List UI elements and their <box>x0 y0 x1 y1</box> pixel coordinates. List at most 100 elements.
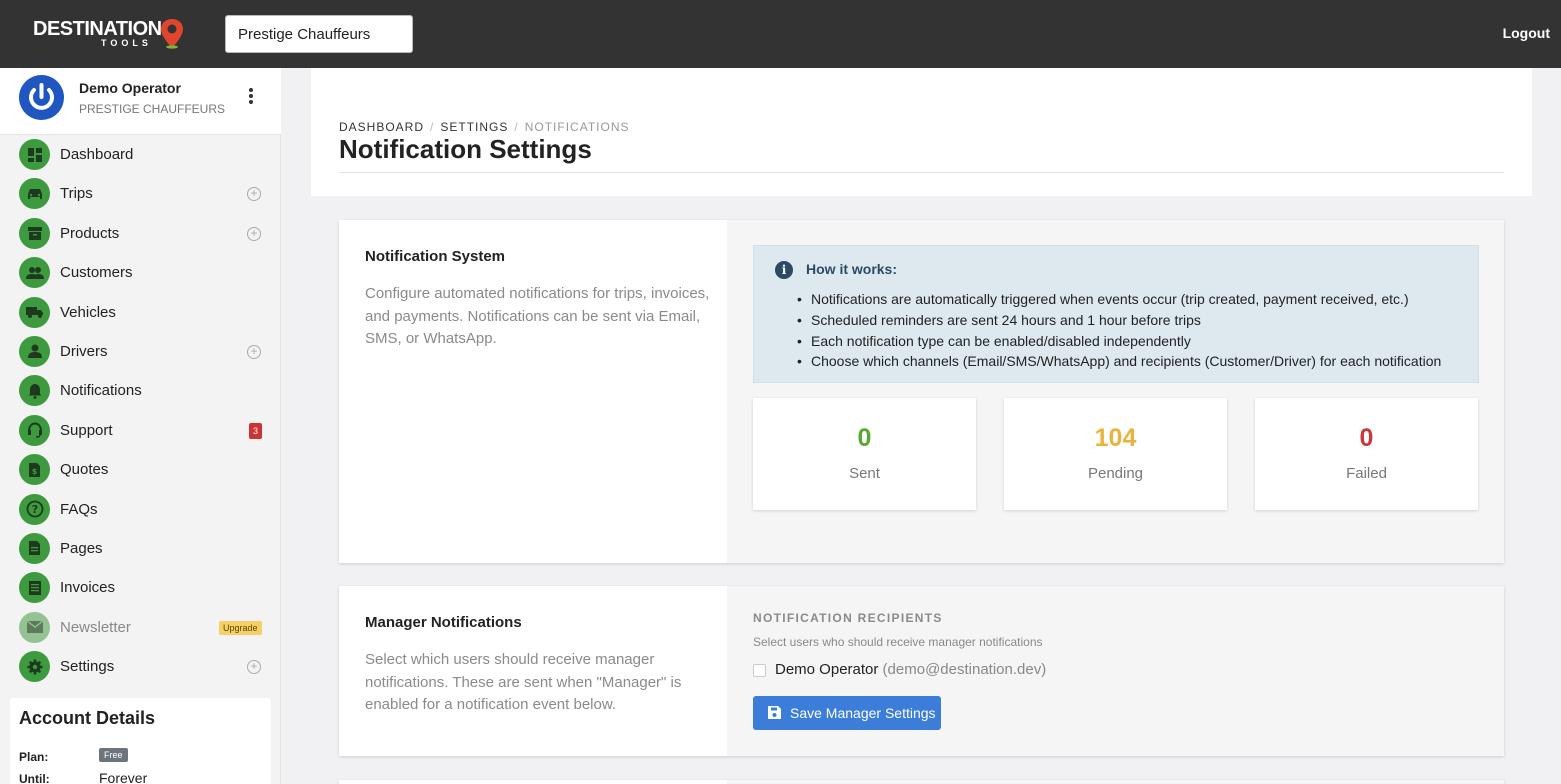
list-item: Choose which channels (Email/SMS/WhatsAp… <box>797 351 1441 372</box>
bell-icon <box>19 375 50 407</box>
logo-subtext: TOOLS <box>101 38 152 48</box>
info-list: Notifications are automatically triggere… <box>797 289 1441 372</box>
save-button-label: Save Manager Settings <box>790 705 936 721</box>
add-setting-icon[interactable]: + <box>247 660 261 675</box>
sidebar-item-label: Drivers <box>60 342 108 360</box>
stat-failed: 0 Failed <box>1255 398 1478 510</box>
save-icon <box>768 706 781 719</box>
sidebar-item-label: Trips <box>60 185 93 203</box>
sidebar-item-label: Dashboard <box>60 146 134 163</box>
sidebar-item-label: Vehicles <box>60 303 116 321</box>
sidebar-item-label: FAQs <box>60 500 98 518</box>
recipients-subtext: Select users who should receive manager … <box>753 635 1043 649</box>
sidebar: Demo Operator PRESTIGE CHAUFFEURS Dashbo… <box>0 68 281 784</box>
info-alert: i How it works: Notifications are automa… <box>753 245 1479 383</box>
sidebar-item-customers[interactable]: Customers <box>0 253 281 292</box>
sidebar-item-label: Products <box>60 224 120 242</box>
avatar[interactable] <box>19 75 64 120</box>
list-item: Notifications are automatically triggere… <box>797 289 1441 310</box>
sidebar-item-label: Notifications <box>60 382 142 400</box>
sidebar-item-faqs[interactable]: ? FAQs <box>0 490 281 529</box>
map-pin-icon <box>161 19 183 49</box>
dashboard-icon <box>19 139 50 170</box>
page-title: Notification Settings <box>339 134 592 164</box>
sidebar-item-vehicles[interactable]: Vehicles <box>0 293 281 332</box>
support-count-badge: 3 <box>249 422 262 439</box>
logo[interactable]: DESTINATION TOOLS <box>33 18 188 50</box>
sidebar-item-notifications[interactable]: Notifications <box>0 371 281 410</box>
sidebar-item-label: Quotes <box>60 461 109 479</box>
card-sidebar: Manager Notifications Select which users… <box>339 586 727 756</box>
account-details-title: Account Details <box>19 708 156 728</box>
breadcrumb: DASHBOARD / SETTINGS / NOTIFICATIONS <box>339 120 630 134</box>
recipient-email: (demo@destination.dev) <box>882 661 1047 678</box>
question-icon: ? <box>19 493 50 525</box>
person-icon <box>19 335 50 367</box>
card-sidebar <box>339 780 727 784</box>
gear-icon <box>19 651 50 683</box>
sidebar-item-dashboard[interactable]: Dashboard <box>0 135 281 174</box>
invoice-icon <box>19 572 50 604</box>
notification-system-card: Notification System Configure automated … <box>339 220 1504 563</box>
save-manager-settings-button[interactable]: Save Manager Settings <box>753 696 941 730</box>
file-icon <box>19 532 50 564</box>
user-organization: PRESTIGE CHAUFFEURS <box>79 102 226 116</box>
list-item: Scheduled reminders are sent 24 hours an… <box>797 310 1441 331</box>
sidebar-item-settings[interactable]: Settings + <box>0 647 281 686</box>
sidebar-item-label: Invoices <box>60 579 116 597</box>
sidebar-item-trips[interactable]: Trips + <box>0 174 281 213</box>
stat-value: 0 <box>1359 424 1374 452</box>
add-product-icon[interactable]: + <box>247 226 261 241</box>
stat-label: Sent <box>849 465 880 482</box>
power-icon <box>20 76 63 119</box>
breadcrumb-separator: / <box>430 120 435 134</box>
mail-icon <box>19 611 50 643</box>
manager-notifications-card: Manager Notifications Select which users… <box>339 586 1504 756</box>
breadcrumb-settings[interactable]: SETTINGS <box>440 120 508 134</box>
sidebar-item-support[interactable]: Support 3 <box>0 411 281 450</box>
breadcrumb-current: NOTIFICATIONS <box>524 120 630 134</box>
card-title: Manager Notifications <box>365 614 522 631</box>
recipient-label[interactable]: Demo Operator (demo@destination.dev) <box>775 661 1046 678</box>
user-profile: Demo Operator PRESTIGE CHAUFFEURS <box>0 68 281 135</box>
add-trip-icon[interactable]: + <box>247 187 261 202</box>
sidebar-item-label: Customers <box>60 264 133 282</box>
breadcrumb-dashboard[interactable]: DASHBOARD <box>339 120 424 134</box>
logout-link[interactable]: Logout <box>1503 25 1550 41</box>
sidebar-item-label: Pages <box>60 539 103 557</box>
breadcrumb-separator: / <box>514 120 519 134</box>
info-icon: i <box>775 261 793 279</box>
info-title: How it works: <box>806 261 898 277</box>
stat-value: 104 <box>1094 424 1137 452</box>
tenant-select-input[interactable] <box>225 15 413 53</box>
archive-icon <box>19 217 50 249</box>
recipient-checkbox[interactable] <box>753 664 766 677</box>
sidebar-item-label: Newsletter <box>60 618 131 636</box>
svg-text:$: $ <box>32 467 38 476</box>
card-description: Configure automated notifications for tr… <box>365 285 710 347</box>
sidebar-item-quotes[interactable]: $ Quotes <box>0 450 281 489</box>
card-sidebar: Notification System Configure automated … <box>339 220 727 563</box>
quote-icon: $ <box>19 454 50 486</box>
upgrade-badge[interactable]: Upgrade <box>219 620 262 635</box>
plan-label: Plan: <box>19 750 49 764</box>
sidebar-item-pages[interactable]: Pages <box>0 529 281 568</box>
sidebar-item-label: Support <box>60 421 113 439</box>
stat-label: Pending <box>1087 465 1144 482</box>
add-driver-icon[interactable]: + <box>247 344 261 359</box>
page-header: DASHBOARD / SETTINGS / NOTIFICATIONS Notific… <box>311 68 1532 196</box>
card-description: Select which users should receive manage… <box>365 651 682 713</box>
account-details: Account Details Plan: Free Until: Foreve… <box>10 698 271 784</box>
headset-icon <box>19 414 50 446</box>
until-value: Forever <box>99 770 148 784</box>
sidebar-item-invoices[interactable]: Invoices <box>0 568 281 607</box>
top-bar: DESTINATION TOOLS Logout <box>0 0 1561 68</box>
sidebar-item-products[interactable]: Products + <box>0 214 281 253</box>
sidebar-item-newsletter[interactable]: Newsletter Upgrade <box>0 608 281 647</box>
stat-sent: 0 Sent <box>753 398 976 510</box>
car-icon <box>19 178 50 210</box>
more-options-icon[interactable] <box>244 86 258 108</box>
header-divider <box>339 172 1504 173</box>
sidebar-nav: Dashboard Trips + Products + Customers V… <box>0 135 281 686</box>
sidebar-item-drivers[interactable]: Drivers + <box>0 332 281 371</box>
